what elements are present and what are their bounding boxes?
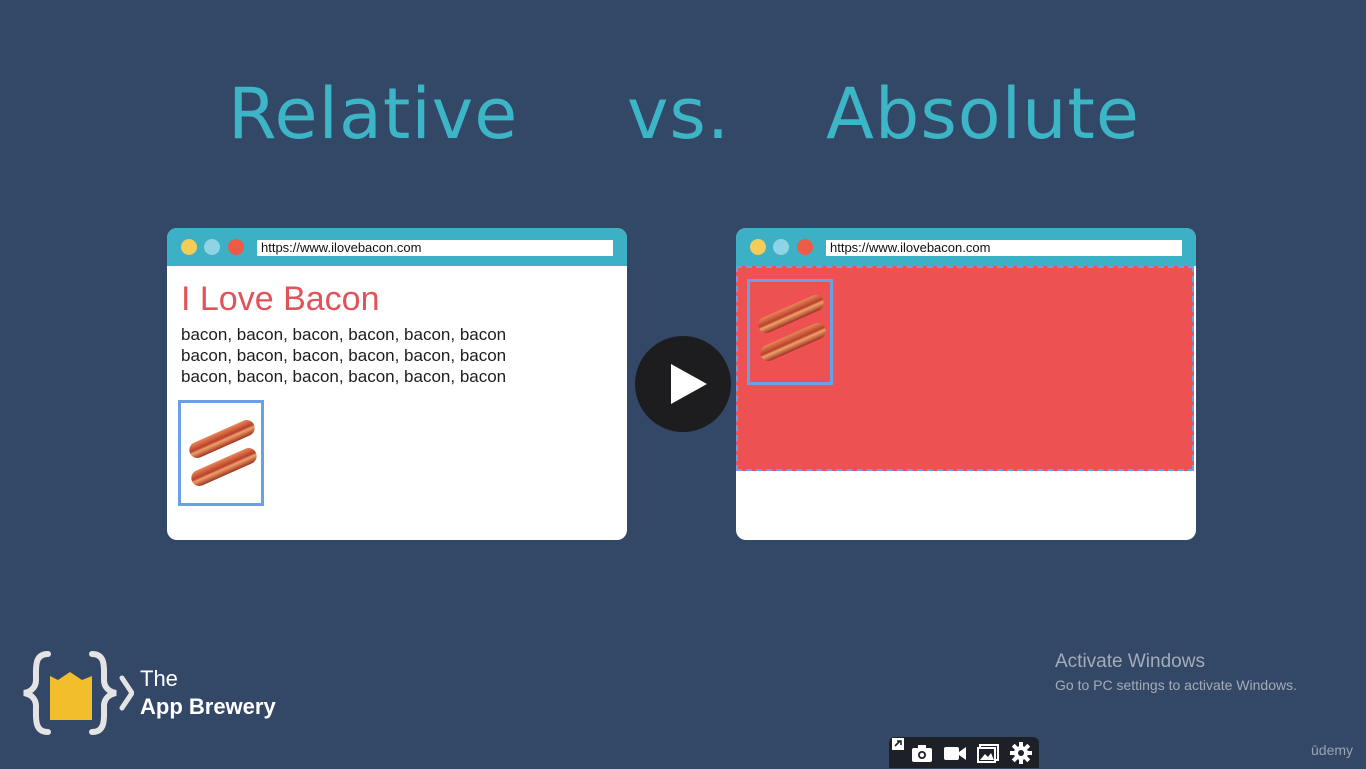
window-dot-yellow-icon [181, 239, 197, 255]
title-absolute: Absolute [826, 73, 1140, 155]
braces-logo-icon [23, 651, 135, 735]
pin-icon[interactable] [891, 737, 905, 751]
bacon-image-box [747, 279, 833, 385]
bacon-image-box [178, 400, 264, 506]
logo-text-app-brewery: App Brewery [140, 694, 276, 719]
video-icon[interactable] [943, 742, 966, 764]
relative-browser-mockup: https://www.ilovebacon.com I Love Bacon … [167, 228, 627, 540]
page-heading: I Love Bacon [181, 280, 380, 318]
gear-icon[interactable] [1010, 742, 1032, 764]
bacon-paragraph: bacon, bacon, bacon, bacon, bacon, bacon… [181, 324, 541, 387]
window-dot-blue-icon [204, 239, 220, 255]
title-vs: vs. [627, 73, 731, 155]
window-dot-blue-icon [773, 239, 789, 255]
image-icon[interactable] [977, 742, 999, 764]
activate-windows-subtitle: Go to PC settings to activate Windows. [1055, 677, 1297, 693]
browser-titlebar: https://www.ilovebacon.com [736, 228, 1196, 266]
absolute-browser-mockup: https://www.ilovebacon.com [736, 228, 1196, 540]
app-brewery-logo: The App Brewery [22, 650, 302, 740]
activate-windows-title: Activate Windows [1055, 651, 1205, 672]
play-icon [671, 364, 707, 404]
address-bar: https://www.ilovebacon.com [257, 240, 613, 256]
title-relative: Relative [228, 73, 519, 155]
paragraph-line: bacon, bacon, bacon, bacon, bacon, bacon [181, 367, 507, 386]
camera-icon[interactable] [911, 742, 933, 764]
window-dot-yellow-icon [750, 239, 766, 255]
browser-titlebar: https://www.ilovebacon.com [167, 228, 627, 266]
address-bar: https://www.ilovebacon.com [826, 240, 1182, 256]
window-dot-red-icon [228, 239, 244, 255]
video-toolbar [889, 737, 1039, 768]
udemy-brand: ūdemy [1311, 742, 1354, 758]
window-dot-red-icon [797, 239, 813, 255]
play-button[interactable] [635, 336, 731, 432]
paragraph-line: bacon, bacon, bacon, bacon, bacon, bacon [181, 325, 507, 344]
logo-text-the: The [140, 666, 178, 691]
paragraph-line: bacon, bacon, bacon, bacon, bacon, bacon [181, 346, 507, 365]
